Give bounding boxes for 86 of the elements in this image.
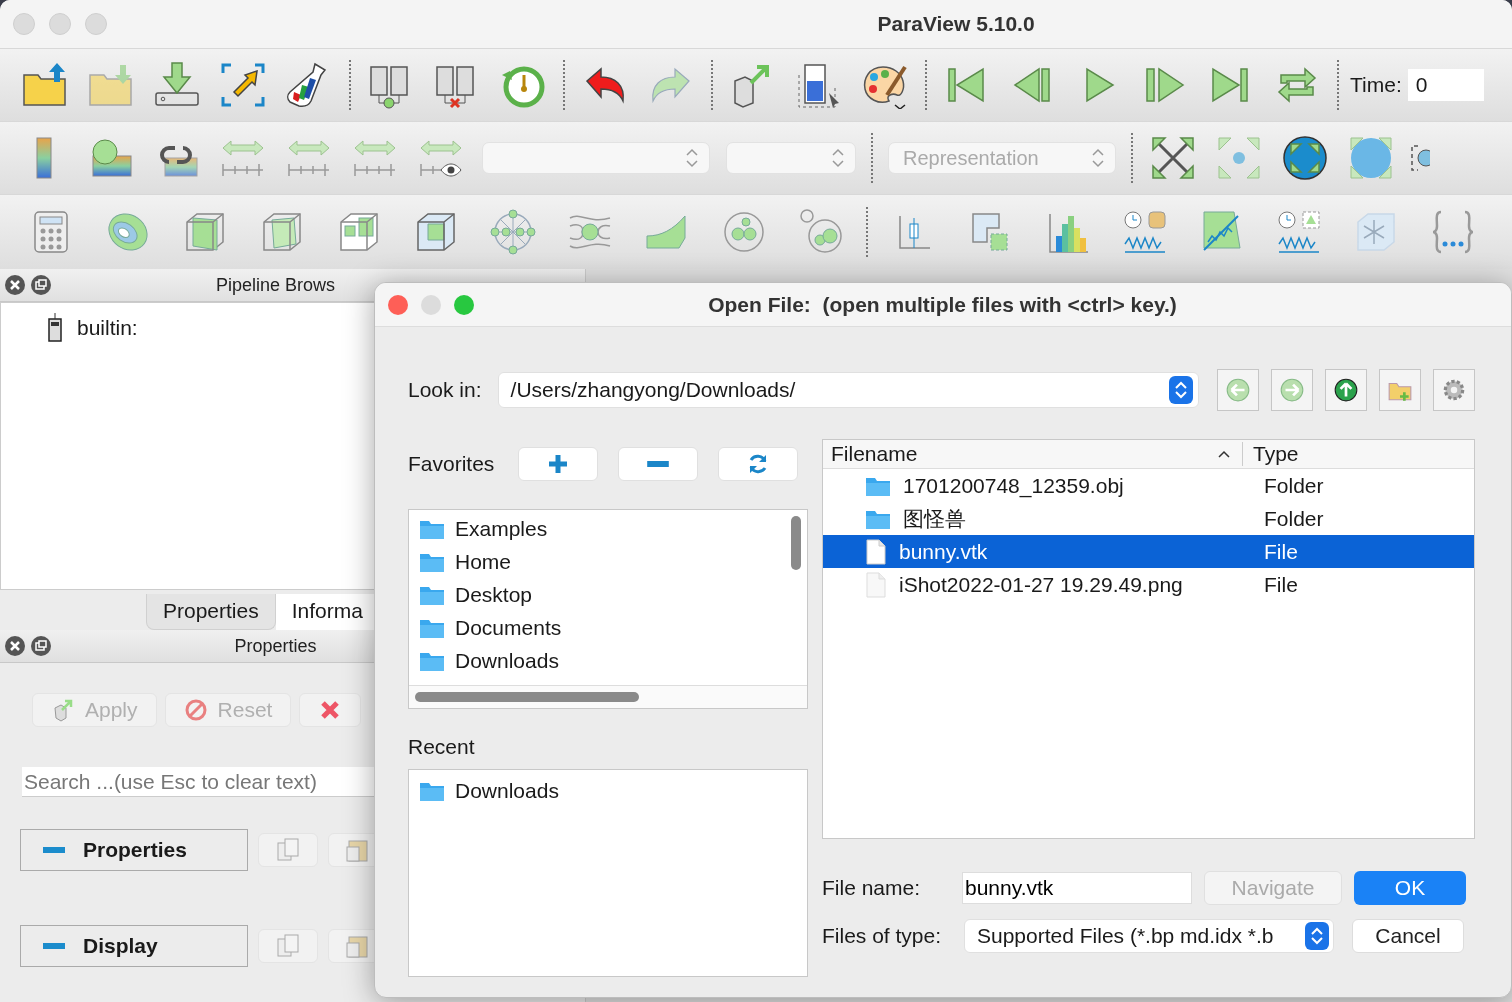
list-item[interactable]: Documents <box>455 615 562 640</box>
delete-button[interactable] <box>299 693 362 727</box>
arrow-select-icon[interactable] <box>219 61 267 109</box>
scrollbar-thumb[interactable] <box>791 516 801 570</box>
window-title: ParaView 5.10.0 <box>876 12 1036 36</box>
scrollbar-thumb[interactable] <box>415 692 639 702</box>
download-tray-icon[interactable] <box>153 61 201 109</box>
zoom-to-data-icon[interactable] <box>1215 134 1263 182</box>
file-type: Folder <box>1263 473 1324 498</box>
reset-camera-icon[interactable] <box>1149 134 1197 182</box>
stepper-icon <box>685 147 699 169</box>
section-title: Display <box>83 934 158 958</box>
back-button[interactable] <box>1217 369 1259 411</box>
file-type-dropdown[interactable]: Supported Files (*.bp md.idx *.b <box>964 919 1334 953</box>
field-label: File name: <box>822 876 922 900</box>
file-type: File <box>1263 539 1298 564</box>
file-type: File <box>1263 572 1298 597</box>
dialog-title: Open File: (open multiple files with <ctrl> key.) <box>707 292 1178 317</box>
file-row[interactable]: 图怪兽 Folder <box>823 502 1474 535</box>
zoom-box-icon[interactable] <box>1281 134 1329 182</box>
close-icon[interactable] <box>4 274 26 296</box>
document-icon <box>865 538 887 565</box>
file-type: Folder <box>1263 506 1324 531</box>
section-header[interactable]: Properties <box>20 829 248 871</box>
collapse-icon <box>43 845 65 855</box>
clipboard-icon <box>345 933 371 959</box>
file-row[interactable]: bunny.vtk File <box>823 535 1474 568</box>
refresh-button[interactable] <box>718 447 798 481</box>
section-label: Favorites <box>408 452 496 476</box>
field-label: Files of type: <box>822 924 943 948</box>
file-name: 图怪兽 <box>903 505 966 532</box>
section-title: Properties <box>83 838 187 862</box>
file-row[interactable]: 1701200748_12359.obj Folder <box>823 469 1474 502</box>
settings-icon <box>1441 377 1467 403</box>
window-button[interactable] <box>388 294 408 315</box>
list-item[interactable]: Examples <box>455 516 548 541</box>
panel-title: Properties <box>233 635 318 657</box>
file-name: bunny.vtk <box>899 539 988 564</box>
panel-title: Pipeline Brows <box>214 274 337 296</box>
file-name-field[interactable]: bunny.vtk <box>962 872 1192 904</box>
ok-button[interactable]: OK <box>1354 871 1466 905</box>
copy-icon <box>275 837 301 863</box>
field-label: Look in: <box>408 378 482 402</box>
clipboard-icon <box>345 837 371 863</box>
stepper-icon <box>1310 926 1324 946</box>
folder-upload-icon[interactable] <box>21 61 69 109</box>
list-item[interactable]: Downloads <box>455 648 559 673</box>
window-button[interactable] <box>454 294 474 315</box>
collapse-icon <box>43 941 65 951</box>
node-network-icon[interactable] <box>488 208 537 256</box>
zoom-closest-icon[interactable] <box>1347 134 1395 182</box>
float-icon[interactable] <box>30 635 52 657</box>
cancel-button[interactable]: Cancel <box>1352 919 1464 953</box>
close-icon[interactable] <box>4 635 26 657</box>
forward-button[interactable] <box>1271 369 1313 411</box>
path-dropdown[interactable]: /Users/zhangyong/Downloads/ <box>497 372 1199 408</box>
file-name: 1701200748_12359.obj <box>903 473 1124 498</box>
new-folder-button[interactable] <box>1379 369 1421 411</box>
list-item[interactable]: Home <box>455 549 512 574</box>
float-icon[interactable] <box>30 274 52 296</box>
stepper-icon <box>1174 380 1188 400</box>
sort-caret-icon <box>1218 450 1230 458</box>
stepper-icon <box>831 147 845 169</box>
list-item[interactable]: Desktop <box>455 582 533 607</box>
column-header[interactable]: Type <box>1243 442 1299 466</box>
file-row[interactable]: iShot2022-01-27 19.29.49.png File <box>823 568 1474 601</box>
plus-icon <box>546 452 570 476</box>
section-label: Recent <box>408 735 476 759</box>
server-icon <box>47 313 63 343</box>
tree-item[interactable]: builtin: <box>77 316 138 340</box>
stepper-icon <box>1091 147 1105 169</box>
column-header[interactable]: Filename <box>831 442 918 466</box>
section-header[interactable]: Display <box>20 925 248 967</box>
time-label: Time: <box>1350 73 1402 97</box>
minus-icon <box>647 461 669 467</box>
prohibited-icon <box>183 698 208 722</box>
tab[interactable]: Properties <box>146 594 276 630</box>
time-field[interactable]: 0 <box>1407 69 1484 101</box>
settings-button[interactable] <box>1433 369 1475 411</box>
remove-favorite-button[interactable] <box>618 447 698 481</box>
parent-folder-button[interactable] <box>1325 369 1367 411</box>
add-favorite-button[interactable] <box>518 447 598 481</box>
file-name: iShot2022-01-27 19.29.49.png <box>899 572 1183 597</box>
apply-icon <box>51 698 75 722</box>
copy-icon <box>275 933 301 959</box>
document-icon <box>865 571 887 598</box>
